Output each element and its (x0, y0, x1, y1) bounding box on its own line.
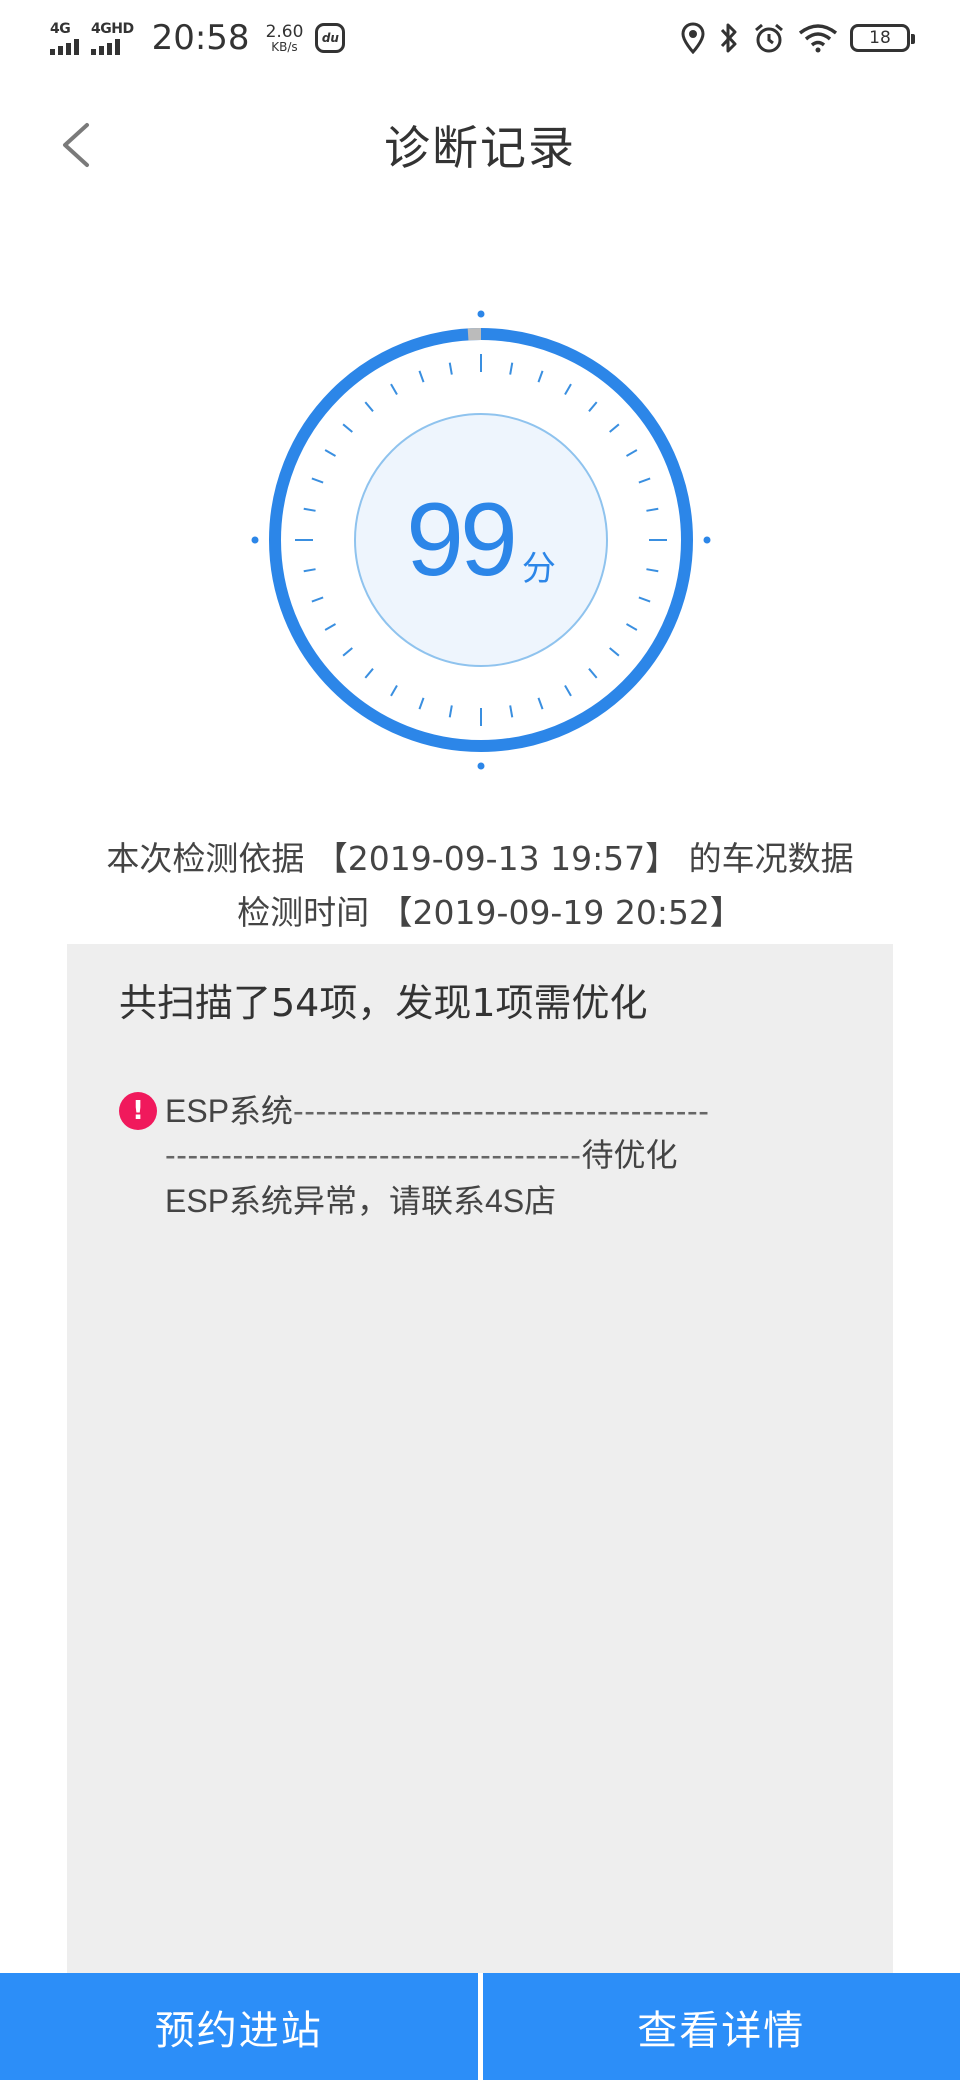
wifi-icon (798, 24, 838, 53)
speed-unit: KB/s (271, 39, 298, 54)
signal-icon: 4G (50, 22, 79, 55)
book-appointment-label: 预约进站 (154, 2007, 323, 2054)
signal-icon-2: 4GHD (91, 22, 134, 55)
status-bar: 4G 4GHD 20:58 2.60 KB/s du 18 (0, 0, 960, 76)
issue-line-1: ESP系统-----------------------------------… (165, 1086, 710, 1132)
book-appointment-button[interactable]: 预约进站 (0, 1973, 478, 2080)
speed-value: 2.60 (265, 21, 304, 42)
app-screen: 4G 4GHD 20:58 2.60 KB/s du 18 诊断记录 99 分 … (0, 0, 960, 2080)
view-details-label: 查看详情 (637, 2007, 806, 2054)
page-title: 诊断记录 (384, 121, 576, 175)
issue-detail: ESP系统异常，请联系4S店 (165, 1183, 557, 1219)
detection-info: 本次检测依据 【2019-09-13 19:57】 的车况数据 检测时间 【20… (0, 832, 960, 940)
issue-dashes-2: ------------------------------------- (165, 1137, 582, 1173)
location-icon (681, 22, 705, 54)
network-type-1: 4G (50, 20, 71, 37)
bottom-action-bar: 预约进站 查看详情 (0, 1973, 960, 2080)
issue-dashes-1: ------------------------------------- (293, 1093, 710, 1129)
status-right: 18 (680, 21, 915, 55)
du-app-icon: du (315, 23, 346, 53)
issue-name: ESP系统 (165, 1093, 294, 1129)
detection-time-line: 检测时间 【2019-09-19 20:52】 (237, 893, 743, 932)
issue-status: 待优化 (581, 1137, 678, 1173)
score-gauge: 99 分 (241, 300, 721, 780)
bluetooth-icon (720, 23, 737, 53)
score-value: 99 (406, 481, 518, 598)
battery-level: 18 (869, 28, 891, 48)
chevron-left-icon (63, 123, 89, 167)
back-button[interactable] (40, 110, 110, 180)
du-app-label: du (321, 31, 339, 45)
alert-icon: ! (119, 1092, 157, 1130)
header: 诊断记录 (0, 90, 960, 200)
data-basis-line: 本次检测依据 【2019-09-13 19:57】 的车况数据 (106, 839, 854, 878)
scan-summary: 共扫描了54项，发现1项需优化 (119, 981, 648, 1025)
score-display: 99 分 (241, 300, 721, 780)
network-speed: 2.60 KB/s (265, 21, 304, 54)
battery-icon: 18 (850, 24, 915, 52)
score-unit: 分 (521, 548, 556, 589)
view-details-button[interactable]: 查看详情 (482, 1973, 960, 2080)
clock: 20:58 (151, 18, 250, 58)
result-panel: 共扫描了54项，发现1项需优化 ! ESP系统-----------------… (67, 944, 893, 1980)
alarm-icon (755, 23, 783, 53)
status-left: 4G 4GHD 20:58 2.60 KB/s du (50, 18, 346, 58)
network-type-2: 4GHD (91, 20, 134, 37)
issue-line-2: -------------------------------------待优化 (165, 1130, 678, 1176)
